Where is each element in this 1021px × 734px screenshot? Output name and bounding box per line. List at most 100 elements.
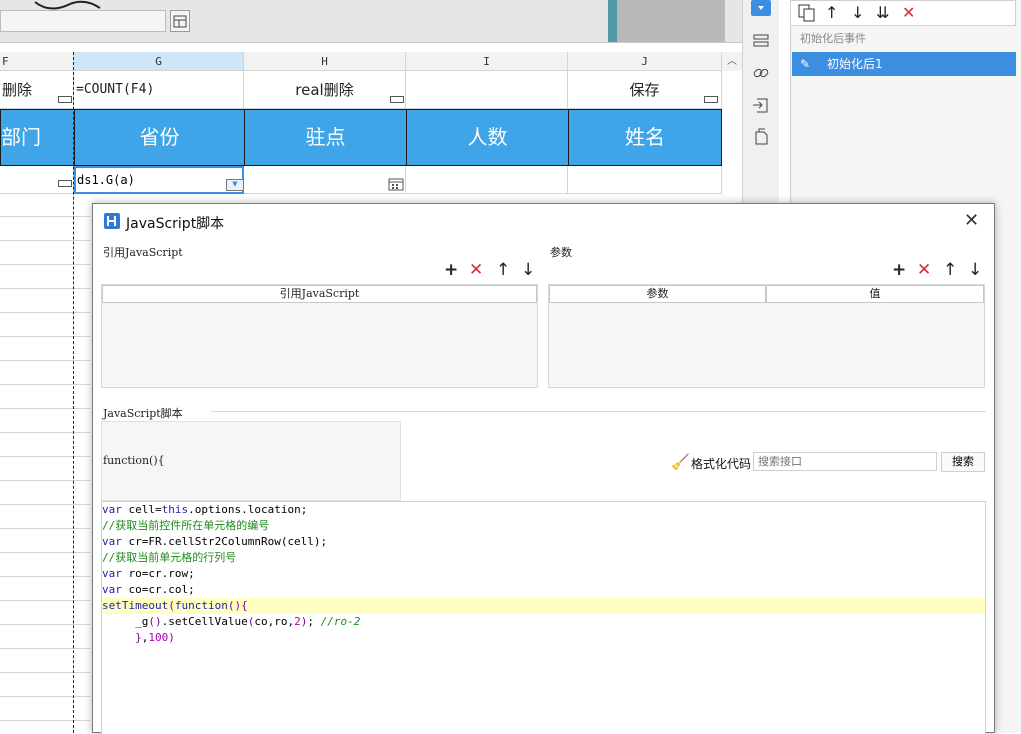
cell-f1[interactable]: 删除 — [0, 71, 74, 109]
params-column-header: 参数 — [549, 285, 766, 303]
column-header-j[interactable]: J — [568, 52, 722, 71]
widget-settings-icon[interactable] — [751, 0, 771, 16]
row-divider — [0, 504, 90, 505]
row-divider — [0, 552, 90, 553]
scroll-accent-bar — [608, 0, 617, 42]
button-widget-icon — [58, 180, 72, 187]
cell-g3-selected[interactable]: ds1.G(a) — [74, 166, 244, 194]
column-header-h[interactable]: H — [244, 52, 406, 71]
search-input[interactable] — [753, 452, 937, 471]
remove-icon[interactable]: ✕ — [917, 261, 931, 279]
row-divider — [0, 264, 90, 265]
event-section-label: 初始化后事件 — [800, 32, 866, 45]
header-cell-count[interactable]: 人数 — [406, 109, 569, 166]
code-line-1: var cell=this.options.location; — [102, 503, 308, 516]
cell-h1[interactable]: real删除 — [244, 71, 406, 109]
event-item-selected[interactable]: ✎ 初始化后1 — [792, 52, 1016, 76]
row-divider — [0, 240, 90, 241]
move-down-icon[interactable]: ↓ — [851, 4, 864, 22]
dialog-title: JavaScript脚本 — [126, 216, 225, 232]
row-divider — [0, 648, 90, 649]
value-column-header: 值 — [766, 285, 984, 303]
row-divider — [0, 576, 90, 577]
page-icon[interactable] — [752, 128, 770, 150]
header-cell-department[interactable]: 部门 — [0, 109, 75, 166]
button-widget-icon — [390, 96, 404, 103]
move-up-icon[interactable]: ↑ — [943, 261, 957, 279]
row-divider — [0, 360, 90, 361]
row-divider — [0, 408, 90, 409]
add-icon[interactable]: + — [444, 261, 458, 279]
button-widget-icon — [704, 96, 718, 103]
code-line-9: },100) — [135, 631, 175, 644]
code-line-3: var cr=FR.cellStr2ColumnRow(cell); — [102, 535, 328, 548]
ref-js-label: 引用JavaScript — [103, 246, 183, 259]
row-divider — [0, 480, 90, 481]
format-code-button[interactable]: 格式化代码 — [691, 455, 751, 472]
row-divider — [0, 456, 90, 457]
copy-icon[interactable] — [798, 4, 816, 26]
row-divider — [0, 288, 90, 289]
dropdown-widget-icon: ▼ — [226, 179, 244, 191]
add-icon[interactable]: + — [892, 261, 906, 279]
code-line-8: _g().setCellValue(co,ro,2); //ro-2 — [102, 615, 361, 628]
button-widget-icon — [58, 96, 72, 103]
column-header-i[interactable]: I — [406, 52, 568, 71]
cell-g1[interactable]: =COUNT(F4) — [74, 71, 244, 109]
cell-attributes-icon[interactable] — [752, 33, 770, 53]
row-divider — [0, 432, 90, 433]
move-bottom-icon[interactable]: ⇊ — [876, 4, 889, 22]
ref-js-column-header: 引用JavaScript — [102, 285, 537, 303]
page-break-line — [73, 52, 74, 733]
row-divider — [0, 216, 90, 217]
params-label: 参数 — [550, 246, 572, 259]
top-text-field[interactable] — [0, 10, 166, 32]
code-line-7: setTimeout(function(){ — [102, 599, 248, 612]
section-divider — [211, 411, 986, 412]
javascript-dialog: JavaScript脚本 ✕ 引用JavaScript + ✕ ↑ ↓ 引用Ja… — [92, 203, 995, 734]
row-divider — [0, 312, 90, 313]
code-line-5: var ro=cr.row; — [102, 567, 195, 580]
header-cell-name[interactable]: 姓名 — [568, 109, 722, 166]
cell-i3[interactable] — [406, 166, 568, 194]
script-label: JavaScript脚本 — [103, 407, 183, 420]
cell-h3[interactable] — [244, 166, 406, 194]
cell-j3[interactable] — [568, 166, 722, 194]
close-icon[interactable]: ✕ — [964, 210, 979, 231]
header-cell-province[interactable]: 省份 — [74, 109, 245, 166]
edit-pencil-icon: ✎ — [800, 57, 811, 71]
move-up-icon[interactable]: ↑ — [825, 4, 838, 22]
code-line-4: //获取当前单元格的行列号 — [102, 551, 237, 564]
cell-i1[interactable] — [406, 71, 568, 109]
column-header-f[interactable]: F — [0, 52, 74, 71]
row-divider — [0, 528, 90, 529]
row-divider — [0, 720, 90, 721]
row-divider — [0, 696, 90, 697]
row-divider — [0, 624, 90, 625]
event-item-label: 初始化后1 — [827, 57, 883, 71]
remove-icon[interactable]: ✕ — [469, 261, 483, 279]
delete-icon[interactable]: ✕ — [902, 4, 915, 22]
move-down-icon[interactable]: ↓ — [968, 261, 982, 279]
code-line-6: var co=cr.col; — [102, 583, 195, 596]
cell-j1[interactable]: 保存 — [568, 71, 722, 109]
search-button[interactable]: 搜索 — [941, 452, 985, 472]
hyperlink-icon[interactable] — [752, 65, 770, 85]
dialog-title-bar: JavaScript脚本 ✕ — [93, 204, 994, 240]
row-divider — [0, 672, 90, 673]
app-logo-icon — [104, 213, 120, 229]
header-cell-station[interactable]: 驻点 — [244, 109, 407, 166]
table-picker-icon[interactable] — [170, 10, 190, 32]
move-down-icon[interactable]: ↓ — [521, 261, 535, 279]
calendar-icon — [388, 176, 404, 195]
row-divider — [0, 600, 90, 601]
import-icon[interactable] — [752, 96, 770, 118]
move-up-icon[interactable]: ↑ — [496, 261, 510, 279]
column-header-g[interactable]: G — [74, 52, 244, 71]
top-dark-panel — [617, 0, 725, 42]
row-divider — [0, 384, 90, 385]
code-line-2: //获取当前控件所在单元格的编号 — [102, 519, 270, 532]
function-signature: function(){ — [103, 454, 165, 467]
row-divider — [0, 336, 90, 337]
scroll-up-icon[interactable]: ︿ — [722, 52, 742, 71]
